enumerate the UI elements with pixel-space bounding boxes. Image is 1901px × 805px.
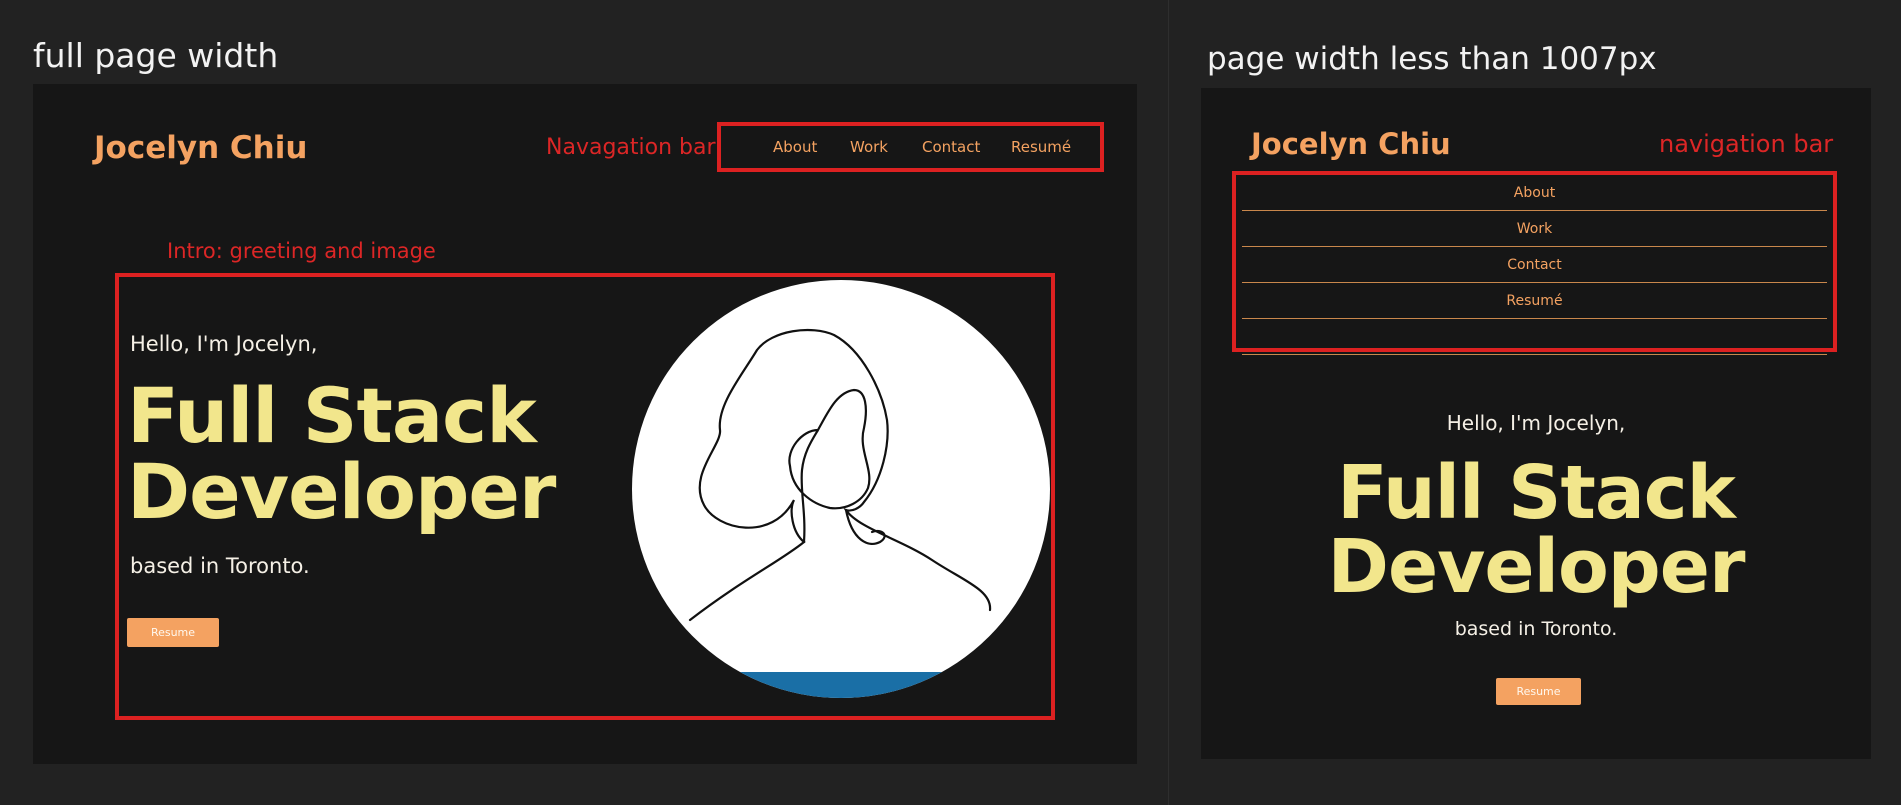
nav-menu-mobile: About Work Contact Resumé xyxy=(1236,175,1833,355)
caption-narrow-width: page width less than 1007px xyxy=(1207,41,1657,77)
profile-image-strip xyxy=(632,672,1050,698)
nav-link-resume[interactable]: Resumé xyxy=(1011,138,1071,156)
mobile-nav-empty-row xyxy=(1242,319,1827,355)
nav-annotation-mobile: navigation bar xyxy=(1659,130,1834,158)
intro-greeting: Hello, I'm Jocelyn, xyxy=(130,332,318,356)
line-portrait-icon xyxy=(688,328,992,622)
headline-line-1-mobile: Full Stack xyxy=(1337,450,1736,536)
headline-line-1: Full Stack xyxy=(127,371,537,460)
nav-link-about[interactable]: About xyxy=(773,138,817,156)
resume-button[interactable]: Resume xyxy=(127,618,219,647)
headline-line-2-mobile: Developer xyxy=(1327,524,1746,610)
intro-location-mobile: based in Toronto. xyxy=(1454,618,1618,640)
resume-button-mobile[interactable]: Resume xyxy=(1496,678,1581,705)
intro-location: based in Toronto. xyxy=(130,554,310,578)
nav-annotation: Navagation bar xyxy=(546,135,716,160)
intro-headline: Full Stack Developer xyxy=(127,371,556,536)
view-divider xyxy=(1168,0,1169,805)
nav-link-work[interactable]: Work xyxy=(850,138,888,156)
headline-line-2: Developer xyxy=(127,447,556,536)
narrow-width-preview: Jocelyn Chiu navigation bar About Work C… xyxy=(1201,88,1871,759)
mobile-nav-contact[interactable]: Contact xyxy=(1242,247,1827,283)
intro-greeting-mobile: Hello, I'm Jocelyn, xyxy=(1446,411,1626,435)
mobile-nav-about[interactable]: About xyxy=(1242,175,1827,211)
mobile-nav-resume[interactable]: Resumé xyxy=(1242,283,1827,319)
full-width-preview: Jocelyn Chiu Navagation bar About Work C… xyxy=(33,84,1137,764)
mobile-nav-work[interactable]: Work xyxy=(1242,211,1827,247)
intro-annotation: Intro: greeting and image xyxy=(167,239,436,263)
nav-link-contact[interactable]: Contact xyxy=(922,138,980,156)
intro-headline-mobile: Full Stack Developer xyxy=(1201,456,1871,604)
site-logo[interactable]: Jocelyn Chiu xyxy=(94,130,307,166)
nav-bar: About Work Contact Resumé xyxy=(721,126,1100,168)
profile-image xyxy=(632,280,1050,698)
caption-full-width: full page width xyxy=(33,36,279,75)
site-logo-mobile[interactable]: Jocelyn Chiu xyxy=(1251,127,1451,161)
